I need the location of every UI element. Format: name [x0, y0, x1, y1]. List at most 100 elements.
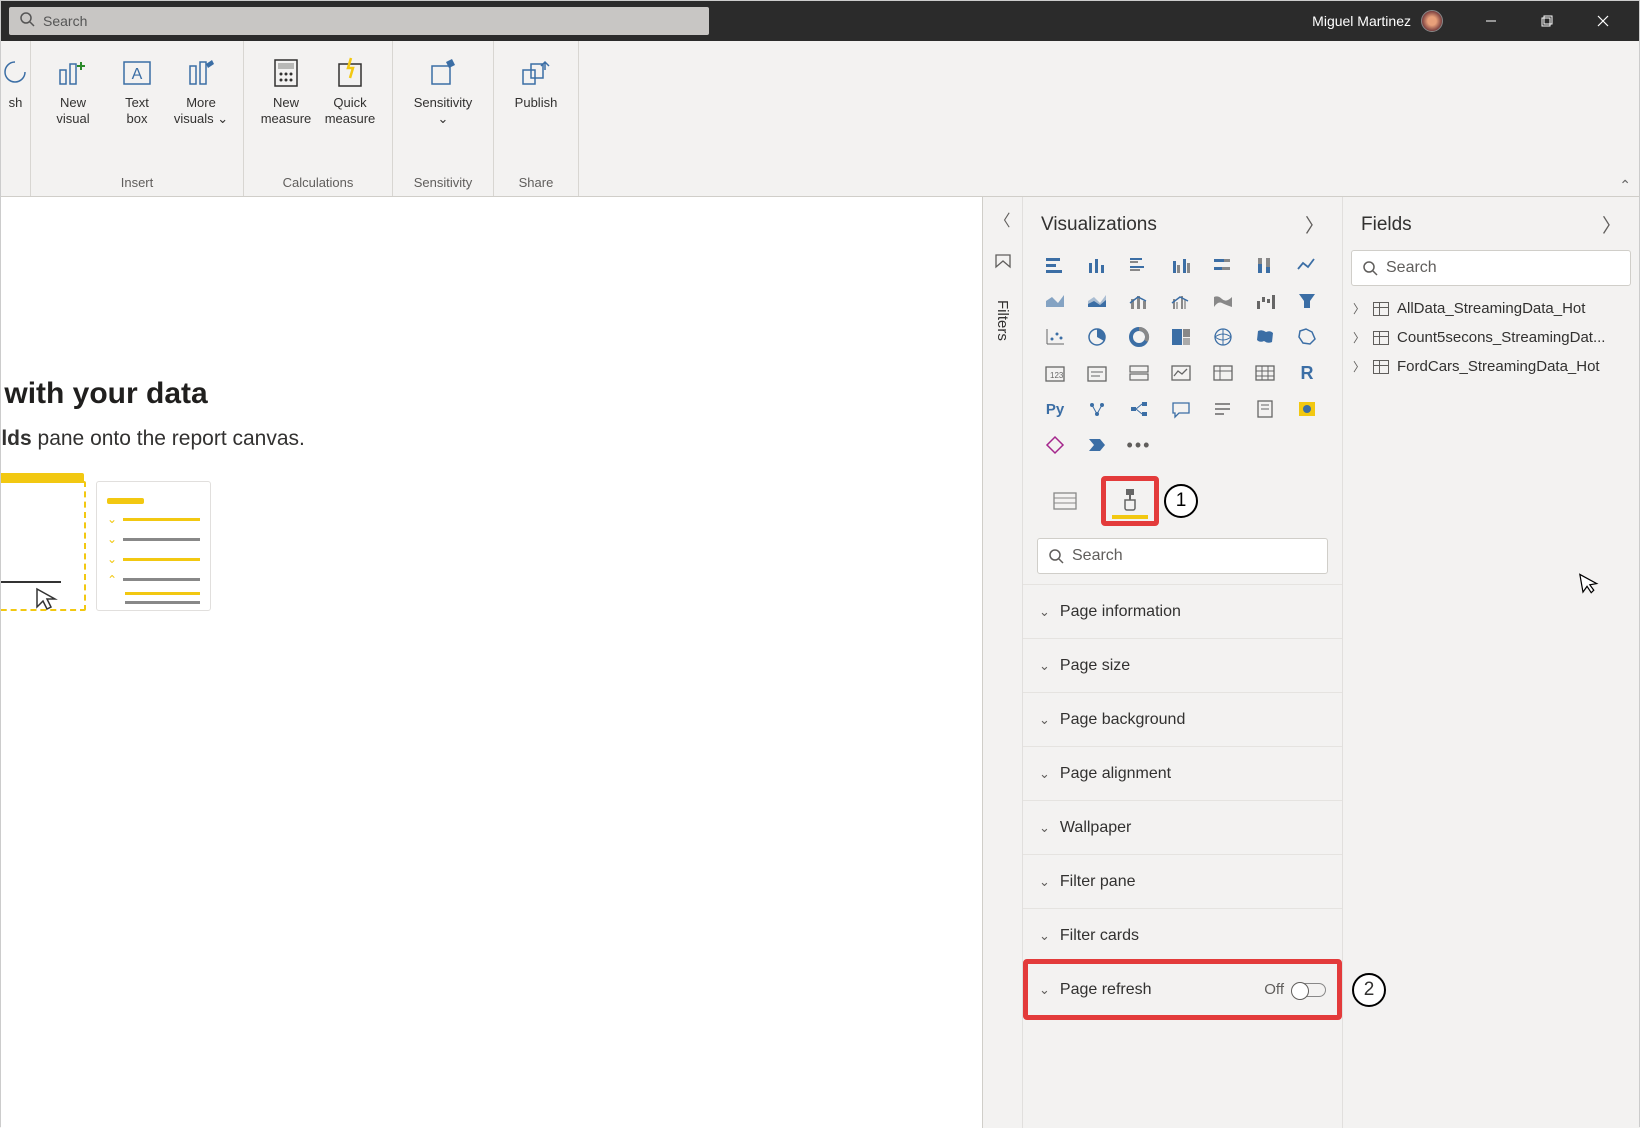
chevron-down-icon: ⌄ — [1039, 658, 1050, 674]
more-visuals-button[interactable]: More visuals ⌄ — [171, 49, 231, 171]
global-search-box[interactable]: Search — [9, 7, 709, 35]
search-placeholder: Search — [43, 13, 87, 29]
viz-stacked-area-icon[interactable] — [1083, 288, 1111, 314]
viz-decomposition-tree-icon[interactable] — [1125, 396, 1153, 422]
viz-gauge-icon[interactable]: 123 — [1041, 360, 1069, 386]
canvas-subtext: Fields pane onto the report canvas. — [1, 427, 982, 451]
format-page-refresh[interactable]: ⌄ Page refresh Off 2 — [1023, 963, 1342, 1017]
viz-slicer-icon[interactable] — [1209, 360, 1237, 386]
main-row: ls with your data Fields pane onto the r… — [1, 197, 1639, 1128]
publish-button[interactable]: Publish — [506, 49, 566, 171]
viz-line-stacked-column-icon[interactable] — [1125, 288, 1153, 314]
viz-treemap-icon[interactable] — [1167, 324, 1195, 350]
viz-python-visual-icon[interactable]: Py — [1041, 396, 1069, 422]
viz-stacked-bar-icon[interactable] — [1041, 252, 1069, 278]
new-visual-button[interactable]: New visual — [43, 49, 103, 171]
viz-100-stacked-column-icon[interactable] — [1251, 252, 1279, 278]
user-info[interactable]: Miguel Martinez — [1312, 10, 1443, 32]
username: Miguel Martinez — [1312, 13, 1411, 29]
window-minimize-button[interactable] — [1463, 1, 1519, 41]
fields-search-placeholder: Search — [1386, 259, 1437, 277]
viz-line-icon[interactable] — [1293, 252, 1321, 278]
viz-smart-narrative-icon[interactable] — [1209, 396, 1237, 422]
mouse-cursor-icon — [1577, 569, 1602, 602]
viz-qa-icon[interactable] — [1167, 396, 1195, 422]
viz-paginated-report-icon[interactable] — [1251, 396, 1279, 422]
viz-r-visual-icon[interactable]: R — [1293, 360, 1321, 386]
format-filter-cards[interactable]: ⌄Filter cards — [1023, 909, 1342, 963]
refresh-icon[interactable] — [0, 55, 34, 91]
chevron-right-icon[interactable]: 〉 — [1305, 211, 1324, 238]
fields-search-box[interactable]: Search — [1351, 250, 1631, 286]
viz-clustered-column-icon[interactable] — [1167, 252, 1195, 278]
viz-line-clustered-column-icon[interactable] — [1167, 288, 1195, 314]
window-close-button[interactable] — [1575, 1, 1631, 41]
viz-more-options-icon[interactable]: ••• — [1125, 432, 1153, 458]
filters-label: Filters — [994, 300, 1011, 341]
chevron-right-icon[interactable]: 〉 — [1602, 211, 1621, 238]
field-table-0[interactable]: 〉AllData_StreamingData_Hot — [1343, 294, 1639, 323]
ribbon-collapse-caret[interactable]: ⌃ — [1619, 177, 1631, 194]
fields-tab[interactable] — [1047, 483, 1083, 519]
viz-card-icon[interactable] — [1083, 360, 1111, 386]
format-page-background[interactable]: ⌄Page background — [1023, 693, 1342, 747]
viz-shape-map-icon[interactable] — [1293, 324, 1321, 350]
viz-area-icon[interactable] — [1041, 288, 1069, 314]
sensitivity-icon — [425, 55, 461, 91]
chevron-right-icon: 〉 — [1353, 300, 1365, 317]
format-wallpaper[interactable]: ⌄Wallpaper — [1023, 801, 1342, 855]
viz-waterfall-icon[interactable] — [1251, 288, 1279, 314]
viz-map-icon[interactable] — [1209, 324, 1237, 350]
fields-title: Fields — [1361, 214, 1412, 236]
chevron-down-icon: ⌄ — [1039, 928, 1050, 944]
viz-donut-icon[interactable] — [1125, 324, 1153, 350]
viz-pie-icon[interactable] — [1083, 324, 1111, 350]
canvas-illustration: ⌄ ⌄ ⌄ ⌄ — [1, 481, 982, 611]
format-page-size[interactable]: ⌄Page size — [1023, 639, 1342, 693]
viz-arcgis-icon[interactable] — [1293, 396, 1321, 422]
visualization-gallery: 123 R Py ••• — [1023, 248, 1342, 468]
format-page-alignment[interactable]: ⌄Page alignment — [1023, 747, 1342, 801]
quick-measure-button[interactable]: Quick measure — [320, 49, 380, 171]
viz-multi-row-card-icon[interactable] — [1125, 360, 1153, 386]
titlebar: Search Miguel Martinez — [1, 1, 1639, 41]
viz-100-stacked-bar-icon[interactable] — [1209, 252, 1237, 278]
viz-key-influencers-icon[interactable] — [1083, 396, 1111, 422]
viz-scatter-icon[interactable] — [1041, 324, 1069, 350]
format-search-placeholder: Search — [1072, 547, 1123, 565]
viz-clustered-bar-icon[interactable] — [1125, 252, 1153, 278]
quick-measure-icon — [332, 55, 368, 91]
field-table-2[interactable]: 〉FordCars_StreamingData_Hot — [1343, 352, 1639, 381]
chevron-down-icon: ⌄ — [1039, 874, 1050, 890]
viz-kpi-icon[interactable] — [1167, 360, 1195, 386]
format-search-box[interactable]: Search — [1037, 538, 1328, 574]
window-restore-button[interactable] — [1519, 1, 1575, 41]
filters-pane-collapsed[interactable]: 〈 Filters — [983, 197, 1023, 1128]
callout-2: 2 — [1352, 973, 1386, 1007]
viz-stacked-column-icon[interactable] — [1083, 252, 1111, 278]
bookmark-icon — [994, 251, 1012, 274]
page-refresh-toggle[interactable] — [1292, 983, 1326, 997]
viz-filled-map-icon[interactable] — [1251, 324, 1279, 350]
page-refresh-state: Off — [1264, 981, 1284, 998]
new-measure-button[interactable]: New measure — [256, 49, 316, 171]
refresh-label: sh — [9, 95, 23, 111]
ribbon-group-calculations: Calculations — [283, 173, 354, 194]
text-box-button[interactable]: A Text box — [107, 49, 167, 171]
format-page-information[interactable]: ⌄Page information — [1023, 585, 1342, 639]
svg-text:123: 123 — [1050, 371, 1064, 380]
viz-table-icon[interactable] — [1251, 360, 1279, 386]
report-canvas[interactable]: ls with your data Fields pane onto the r… — [1, 197, 983, 1128]
visualizations-pane: Visualizations 〉 — [1023, 197, 1343, 1128]
field-table-1[interactable]: 〉Count5secons_StreamingDat... — [1343, 323, 1639, 352]
chevron-left-icon: 〈 — [994, 207, 1010, 231]
sensitivity-button[interactable]: Sensitivity ⌄ — [405, 49, 481, 171]
viz-power-automate-icon[interactable] — [1083, 432, 1111, 458]
format-filter-pane[interactable]: ⌄Filter pane — [1023, 855, 1342, 909]
svg-text:A: A — [132, 66, 143, 83]
viz-funnel-icon[interactable] — [1293, 288, 1321, 314]
format-tab[interactable] — [1112, 483, 1148, 519]
viz-ribbon-icon[interactable] — [1209, 288, 1237, 314]
table-icon — [1373, 331, 1389, 345]
viz-powerapps-icon[interactable] — [1041, 432, 1069, 458]
